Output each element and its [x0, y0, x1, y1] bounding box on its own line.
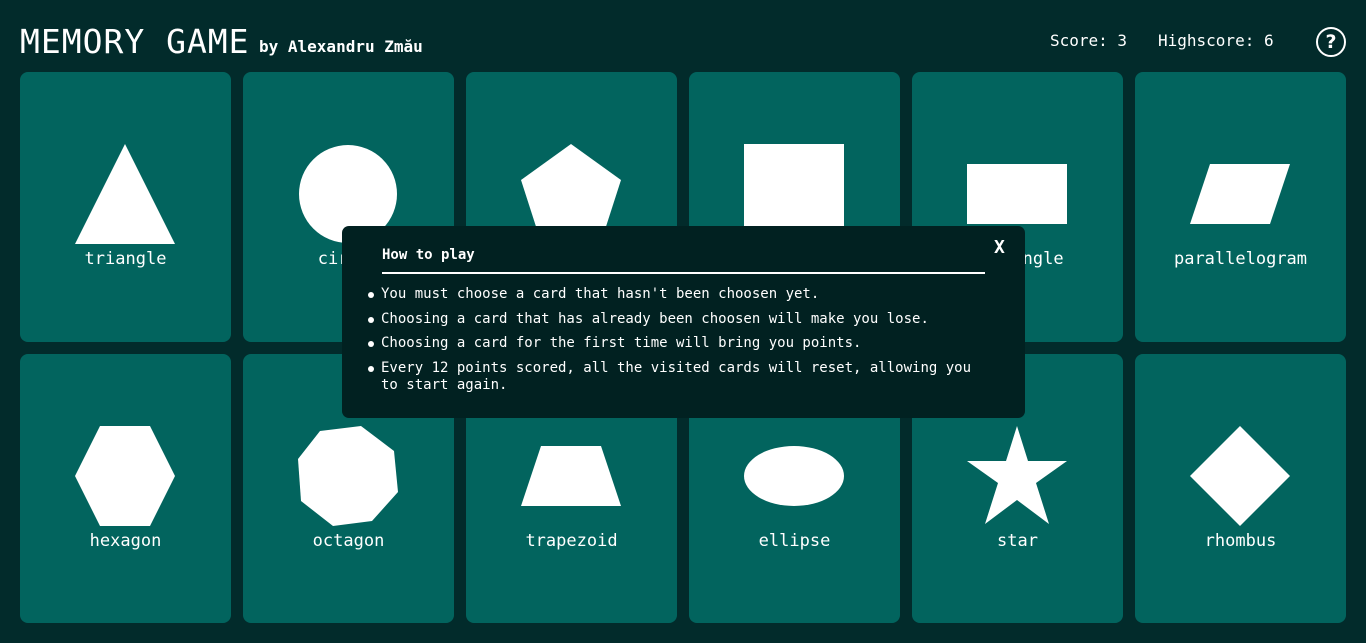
game-title: MEMORY GAME: [20, 22, 250, 61]
how-to-play-modal: How to play X You must choose a card tha…: [342, 226, 1025, 418]
card-label: parallelogram: [1173, 249, 1308, 269]
hexagon-icon: [75, 426, 175, 526]
header: MEMORY GAME by Alexandru Zmău Score: 3 H…: [0, 0, 1366, 72]
highscore-display: Highscore: 6: [1158, 31, 1274, 50]
card-label: rhombus: [1204, 531, 1277, 551]
close-button[interactable]: X: [994, 238, 1005, 258]
card-label: star: [997, 531, 1038, 551]
card-rhombus[interactable]: rhombus: [1135, 354, 1346, 623]
help-button[interactable]: ?: [1316, 27, 1346, 57]
rule-item: Choosing a card that has already been ch…: [368, 311, 991, 328]
ellipse-icon: [744, 446, 844, 506]
card-label: octagon: [312, 531, 385, 551]
score-display: Score: 3: [1050, 31, 1128, 50]
card-parallelogram[interactable]: parallelogram: [1135, 72, 1346, 342]
author-byline: by Alexandru Zmău: [259, 37, 423, 56]
question-mark-icon: ?: [1325, 31, 1337, 53]
modal-title: How to play: [382, 247, 475, 263]
triangle-icon: [75, 144, 175, 244]
card-hexagon[interactable]: hexagon: [20, 354, 231, 623]
rules-list: You must choose a card that hasn't been …: [368, 286, 991, 401]
rule-item: You must choose a card that hasn't been …: [368, 286, 991, 303]
card-label: trapezoid: [525, 531, 618, 551]
rule-item: Every 12 points scored, all the visited …: [368, 360, 991, 394]
rule-item: Choosing a card for the first time will …: [368, 335, 991, 352]
card-label: triangle: [84, 249, 167, 269]
trapezoid-icon: [521, 446, 621, 506]
octagon-icon: [298, 426, 398, 526]
card-label: hexagon: [89, 531, 162, 551]
rhombus-icon: [1190, 426, 1290, 526]
modal-divider: [382, 272, 985, 274]
card-triangle[interactable]: triangle: [20, 72, 231, 342]
parallelogram-icon: [1190, 164, 1290, 224]
star-icon: [967, 426, 1067, 524]
card-label: ellipse: [758, 531, 831, 551]
